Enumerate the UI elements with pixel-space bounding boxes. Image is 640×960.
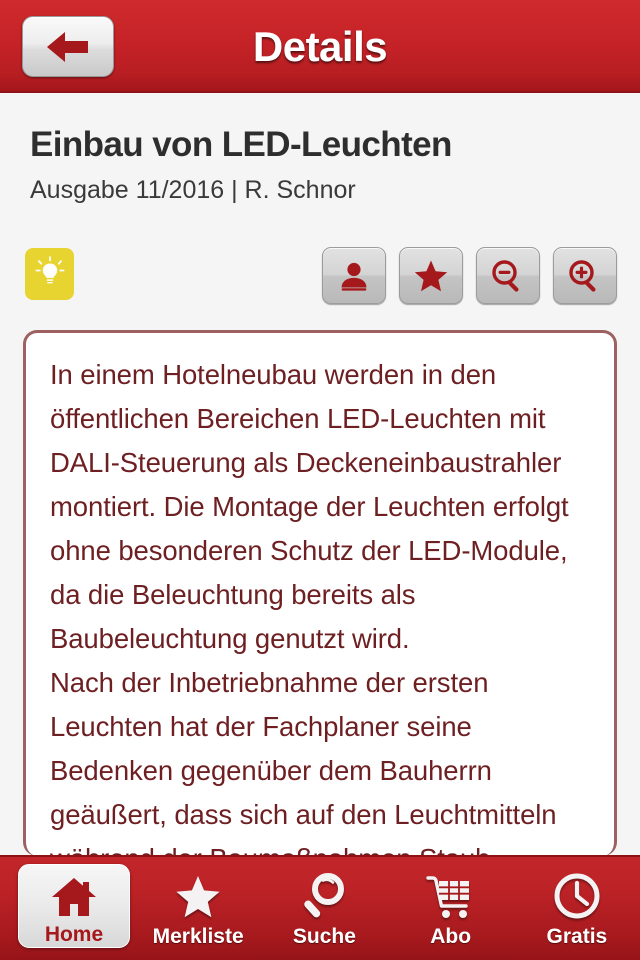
tab-label-abo: Abo [430, 925, 472, 948]
lightbulb-icon [32, 254, 68, 295]
zoom-in-button[interactable] [553, 247, 617, 304]
article-header: Einbau von LED-Leuchten Ausgabe 11/2016 … [0, 97, 640, 205]
tab-home[interactable]: Home [18, 864, 130, 948]
page-title-header: Details [252, 22, 388, 70]
magnifier-minus-icon [490, 258, 526, 294]
tab-label-merkliste: Merkliste [152, 925, 244, 948]
star-icon [174, 868, 222, 920]
magnifier-plus-icon [567, 258, 603, 294]
tab-label-gratis: Gratis [546, 925, 608, 948]
tab-merkliste[interactable]: Merkliste [135, 857, 261, 960]
favorite-button[interactable] [399, 247, 463, 304]
article-body-text: In einem Hotelneubau werden in den öffen… [50, 359, 569, 856]
tab-label-home: Home [44, 922, 104, 946]
article-toolbar [0, 247, 640, 308]
tab-gratis[interactable]: Gratis [514, 857, 640, 960]
article-meta: Ausgabe 11/2016 | R. Schnor [30, 175, 356, 204]
home-icon [51, 866, 97, 918]
navigation-bar: Details [0, 0, 640, 93]
article-title: Einbau von LED-Leuchten [30, 125, 452, 164]
bottom-tab-bar: Home Merkliste Suche Abo Gratis [0, 855, 640, 960]
article-content-box[interactable]: In einem Hotelneubau werden in den öffen… [23, 330, 617, 856]
clock-icon [553, 868, 601, 920]
app-root: Details Einbau von LED-Leuchten Ausgabe … [0, 0, 640, 960]
hint-badge[interactable] [25, 248, 74, 300]
author-button[interactable] [322, 247, 386, 304]
tab-label-suche: Suche [292, 925, 356, 948]
shopping-cart-icon [425, 868, 476, 920]
star-icon [413, 259, 449, 293]
person-icon [337, 259, 371, 293]
tab-abo[interactable]: Abo [388, 857, 514, 960]
tab-suche[interactable]: Suche [261, 857, 387, 960]
zoom-out-button[interactable] [476, 247, 540, 304]
magnifier-icon [301, 868, 347, 920]
toolbar-button-group [322, 247, 617, 304]
